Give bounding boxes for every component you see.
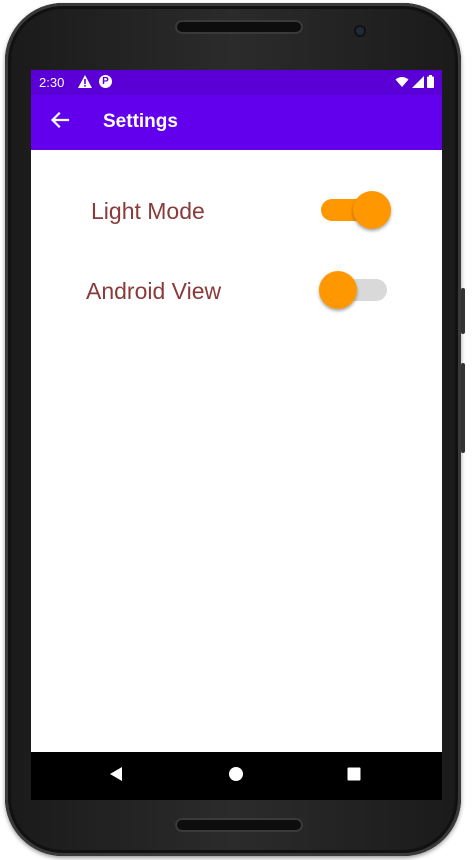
app-bar: Settings xyxy=(31,95,442,150)
nav-back-button[interactable] xyxy=(104,764,128,788)
power-button xyxy=(461,288,465,334)
navigation-bar xyxy=(31,752,442,800)
front-camera xyxy=(356,27,364,35)
recents-square-icon xyxy=(346,766,362,787)
switch-thumb xyxy=(353,191,391,229)
warning-icon xyxy=(77,74,93,94)
arrow-back-icon xyxy=(50,110,70,135)
wifi-icon xyxy=(395,75,409,93)
p-notification-icon: P xyxy=(99,75,112,88)
nav-home-button[interactable] xyxy=(224,764,248,788)
light-mode-switch[interactable] xyxy=(315,189,395,229)
back-button[interactable] xyxy=(47,109,73,135)
back-triangle-icon xyxy=(108,766,124,787)
nav-recents-button[interactable] xyxy=(342,764,366,788)
switch-thumb xyxy=(319,271,357,309)
top-speaker xyxy=(175,20,303,34)
home-circle-icon xyxy=(228,766,244,787)
android-view-label: Android View xyxy=(86,278,222,304)
page-title: Settings xyxy=(103,111,178,132)
signal-icon xyxy=(412,75,424,93)
screen: 2:30 P Settings Light Mode Android View xyxy=(31,70,442,800)
bottom-speaker xyxy=(175,818,303,832)
status-time: 2:30 xyxy=(39,75,65,90)
battery-icon xyxy=(427,75,434,93)
light-mode-label: Light Mode xyxy=(91,198,205,224)
status-bar: 2:30 P xyxy=(31,70,442,95)
volume-button xyxy=(461,363,465,453)
status-icons xyxy=(395,75,434,93)
android-view-switch[interactable] xyxy=(315,269,395,309)
